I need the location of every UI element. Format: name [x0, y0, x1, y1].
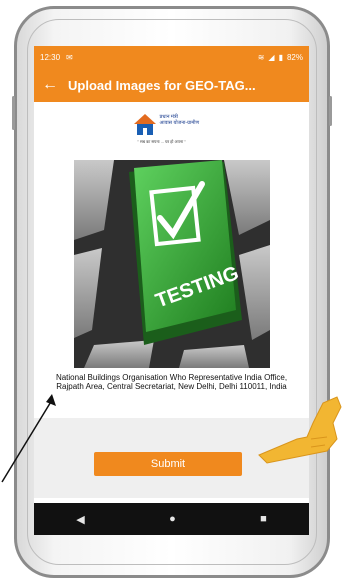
volume-button	[12, 96, 15, 130]
power-button	[329, 96, 332, 126]
house-logo-icon	[133, 114, 156, 135]
nav-home-icon[interactable]: ●	[169, 513, 176, 525]
pointer-arrow-icon	[1, 394, 56, 483]
battery-icon: ▮	[278, 52, 283, 62]
nav-back-icon[interactable]: ◀	[76, 513, 84, 526]
submit-button[interactable]: Submit	[94, 452, 242, 476]
nav-recents-icon[interactable]: ■	[260, 513, 267, 525]
logo-text: प्रधान मंत्री आवास योजना-ग्रामीण	[159, 114, 200, 126]
signal-icon: ◢	[268, 52, 275, 62]
page-title: Upload Images for GEO-TAG...	[68, 77, 256, 93]
wifi-icon: ≋	[257, 52, 265, 62]
app-bar: ← Upload Images for GEO-TAG...	[34, 68, 309, 102]
message-icon: ✉	[66, 52, 73, 62]
pmay-logo: प्रधान मंत्री आवास योजना-ग्रामीण " सब का…	[132, 112, 212, 148]
battery-level: 82%	[286, 52, 303, 62]
status-time: 12:30	[40, 52, 61, 62]
logo-tagline: " सब का सपना ... घर हो अपना "	[137, 139, 186, 144]
status-bar: 12:30 ✉ ≋ ◢ ▮ 82%	[34, 46, 309, 68]
location-caption: National Buildings Organisation Who Repr…	[55, 373, 288, 391]
back-arrow-icon[interactable]: ←	[42, 76, 68, 94]
testing-key-image: TESTING	[73, 160, 270, 368]
pointing-hand-icon	[258, 396, 342, 464]
uploaded-photo[interactable]: TESTING	[73, 160, 270, 368]
android-nav-bar: ◀ ● ■	[34, 503, 309, 535]
